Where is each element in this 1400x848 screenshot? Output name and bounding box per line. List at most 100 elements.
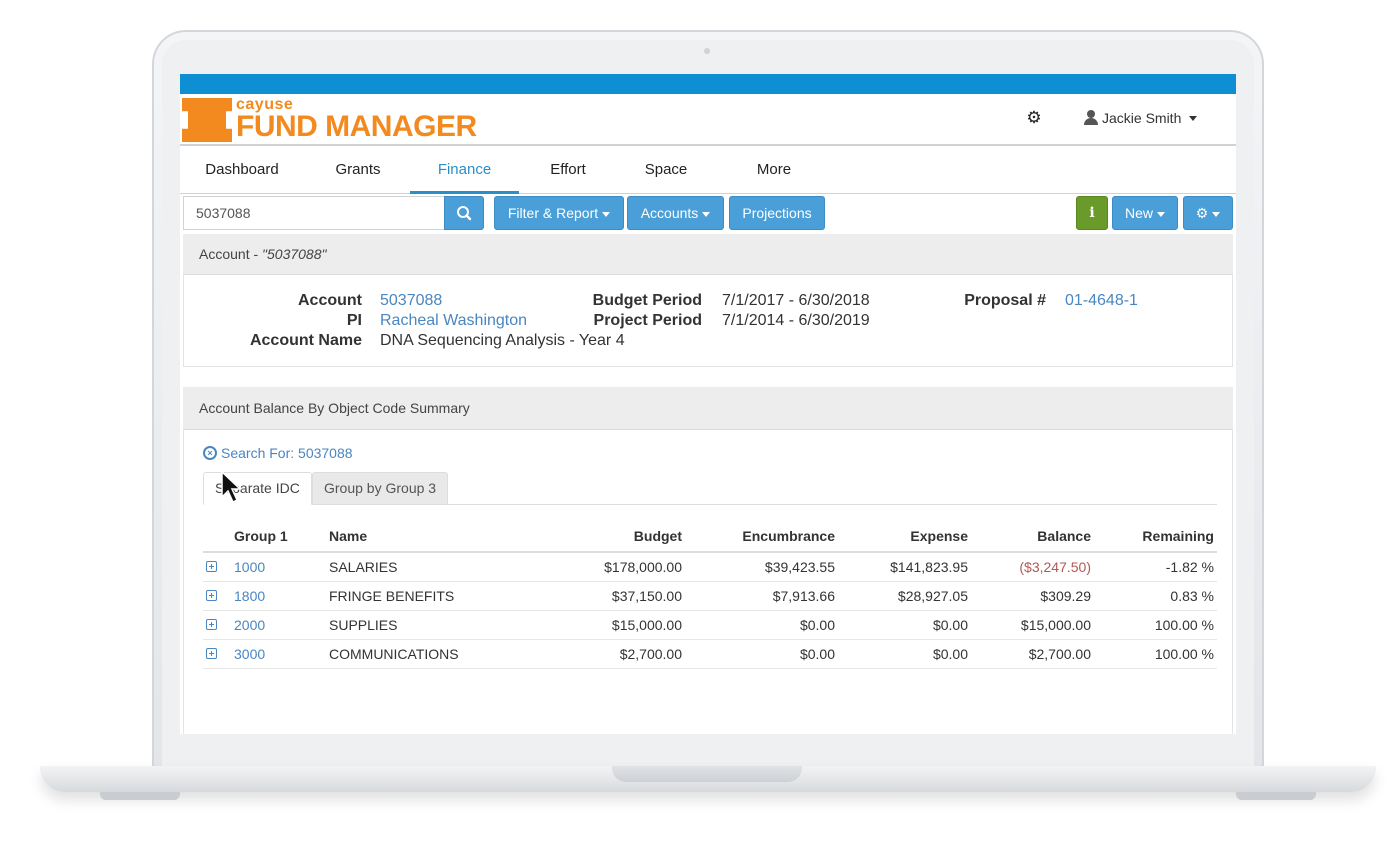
search-chip-label: Search For: 5037088 [221, 445, 353, 461]
proposal-link[interactable]: 01-4648-1 [1065, 292, 1138, 310]
expand-plus-icon[interactable] [206, 589, 217, 601]
column-header[interactable]: Expense [838, 520, 971, 553]
budget-cell: $2,700.00 [526, 639, 685, 669]
column-header[interactable]: Balance [971, 520, 1094, 553]
logo-brand-big: FUND MANAGER [236, 110, 477, 143]
user-icon [1084, 110, 1098, 126]
account-panel-header: Account - "5037088" [183, 234, 1233, 275]
mouse-cursor-icon [221, 470, 242, 504]
chevron-down-icon [1189, 115, 1198, 121]
account-title-query: "5037088" [262, 246, 327, 262]
name-cell: SUPPLIES [326, 610, 526, 640]
laptop-foot [1236, 792, 1316, 800]
tab-more[interactable]: More [738, 148, 810, 194]
expand-plus-icon[interactable] [206, 647, 217, 659]
expand-cell [203, 639, 231, 669]
projections-button[interactable]: Projections [729, 196, 825, 230]
expand-plus-icon[interactable] [206, 618, 217, 630]
group-code-link[interactable]: 1000 [231, 552, 326, 582]
column-header[interactable]: Encumbrance [685, 520, 838, 553]
encumbrance-cell: $0.00 [685, 639, 838, 669]
tab-effort[interactable]: Effort [530, 148, 606, 194]
app-header: cayuse FUND MANAGER ⚙ Jackie Smith [180, 94, 1236, 146]
filter-report-button[interactable]: Filter & Report [494, 196, 624, 230]
name-cell: SALARIES [326, 552, 526, 582]
account-name-value: DNA Sequencing Analysis - Year 4 [380, 332, 625, 349]
expense-cell: $0.00 [838, 610, 971, 640]
group-code-link[interactable]: 3000 [231, 639, 326, 669]
cayuse-logo-icon [182, 98, 232, 142]
balance-cell: $15,000.00 [971, 610, 1094, 640]
new-button[interactable]: New [1112, 196, 1178, 230]
name-cell: FRINGE BENEFITS [326, 581, 526, 611]
expense-cell: $141,823.95 [838, 552, 971, 582]
group-code-link[interactable]: 2000 [231, 610, 326, 640]
proposal-label: Proposal # [964, 292, 1046, 309]
table-row: 1000 SALARIES $178,000.00 $39,423.55 $14… [203, 552, 1217, 582]
accounts-button[interactable]: Accounts [627, 196, 724, 230]
account-name-label: Account Name [249, 332, 362, 349]
tab-finance[interactable]: Finance [410, 148, 519, 194]
group-code-link[interactable]: 1800 [231, 581, 326, 611]
budget-cell: $15,000.00 [526, 610, 685, 640]
balance-table: Group 1 Name Budget Encumbrance Expense … [203, 520, 1217, 669]
summary-panel-body: × Search For: 5037088 Separate IDC Group… [183, 430, 1233, 734]
remaining-cell: 100.00 % [1094, 610, 1217, 640]
tab-grants[interactable]: Grants [316, 148, 400, 194]
project-period-value: 7/1/2014 - 6/30/2019 [722, 312, 870, 329]
column-header[interactable]: Name [326, 520, 526, 553]
main-nav: Dashboard Grants Finance Effort Space Mo… [180, 148, 1236, 194]
column-header[interactable]: Budget [526, 520, 685, 553]
account-panel-body: Account 5037088 PI Racheal Washington Ac… [183, 275, 1233, 367]
laptop-notch [612, 766, 802, 782]
expense-cell: $0.00 [838, 639, 971, 669]
encumbrance-cell: $7,913.66 [685, 581, 838, 611]
balance-cell: $2,700.00 [971, 639, 1094, 669]
expand-cell [203, 610, 231, 640]
summary-panel-header: Account Balance By Object Code Summary [183, 387, 1233, 430]
balance-cell: ($3,247.50) [971, 552, 1094, 582]
tab-dashboard[interactable]: Dashboard [194, 148, 290, 194]
search-input[interactable]: 5037088 [183, 196, 445, 230]
user-name: Jackie Smith [1102, 110, 1182, 126]
info-button[interactable]: i [1076, 196, 1108, 230]
gear-icon[interactable]: ⚙ [1024, 108, 1044, 128]
chevron-down-icon [702, 211, 711, 217]
laptop-foot [100, 792, 180, 800]
toolbar: 5037088 Filter & Report Accounts Project… [180, 194, 1236, 234]
search-filter-chip[interactable]: × Search For: 5037088 [203, 445, 353, 461]
expand-column-header [203, 520, 231, 553]
budget-period-label: Budget Period [592, 292, 702, 309]
pi-label: PI [346, 312, 362, 329]
tab-group-by-group-3[interactable]: Group by Group 3 [312, 472, 449, 505]
account-title-prefix: Account - [199, 246, 263, 262]
expand-cell [203, 581, 231, 611]
close-circle-icon[interactable]: × [203, 446, 217, 460]
encumbrance-cell: $0.00 [685, 610, 838, 640]
settings-menu-button[interactable]: ⚙ [1183, 196, 1233, 230]
table-header-row: Group 1 Name Budget Encumbrance Expense … [203, 520, 1217, 553]
account-number-link[interactable]: 5037088 [380, 292, 442, 310]
expense-cell: $28,927.05 [838, 581, 971, 611]
name-cell: COMMUNICATIONS [326, 639, 526, 669]
column-header[interactable]: Remaining [1094, 520, 1217, 553]
project-period-label: Project Period [593, 312, 702, 329]
app-screen: cayuse FUND MANAGER ⚙ Jackie Smith Dashb… [180, 74, 1236, 734]
chevron-down-icon [602, 211, 611, 217]
remaining-cell: -1.82 % [1094, 552, 1217, 582]
search-button[interactable] [444, 196, 484, 230]
budget-period-value: 7/1/2017 - 6/30/2018 [722, 292, 870, 309]
camera-dot [704, 48, 710, 54]
user-menu[interactable]: Jackie Smith [1084, 110, 1198, 126]
column-header[interactable]: Group 1 [231, 520, 326, 553]
expand-cell [203, 552, 231, 582]
expand-plus-icon[interactable] [206, 560, 217, 572]
table-row: 3000 COMMUNICATIONS $2,700.00 $0.00 $0.0… [203, 639, 1217, 669]
tab-space[interactable]: Space [630, 148, 702, 194]
top-accent-bar [180, 74, 1236, 94]
remaining-cell: 100.00 % [1094, 639, 1217, 669]
summary-tabs: Separate IDC Group by Group 3 [203, 472, 1217, 505]
pi-link[interactable]: Racheal Washington [380, 312, 527, 330]
remaining-cell: 0.83 % [1094, 581, 1217, 611]
budget-cell: $37,150.00 [526, 581, 685, 611]
